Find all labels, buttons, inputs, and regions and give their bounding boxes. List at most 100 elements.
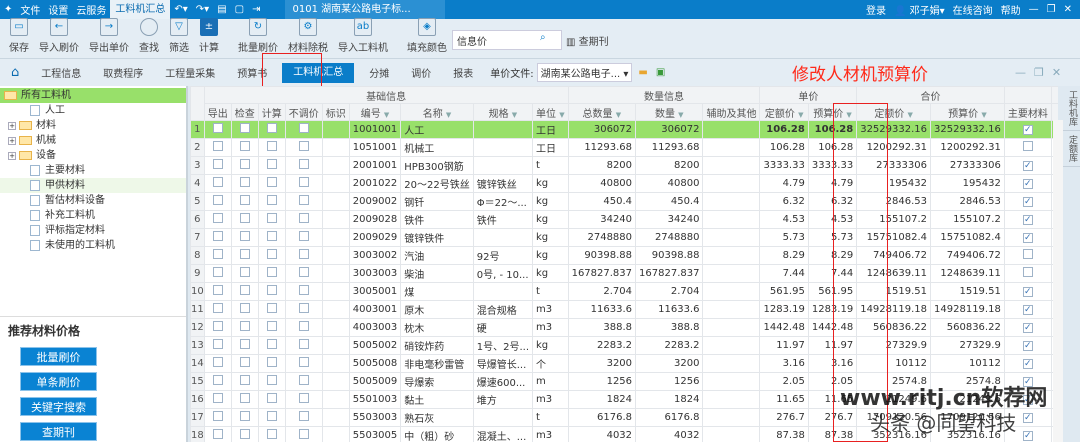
cell[interactable]: HPB300钢筋 (400, 156, 474, 175)
column-header[interactable]: 导出 (203, 103, 232, 121)
checkbox[interactable] (298, 249, 309, 259)
checkbox-cell[interactable] (257, 156, 286, 175)
cell[interactable]: 14928119.18 (930, 300, 1005, 319)
checkbox[interactable] (212, 195, 223, 205)
cell[interactable]: 3200 (567, 354, 637, 373)
cell[interactable]: 3200 (635, 354, 704, 373)
main-material-checkbox-cell[interactable] (1003, 138, 1052, 157)
checkbox-cell[interactable] (257, 192, 286, 211)
sort-arrow-icon[interactable]: ▼ (512, 111, 517, 119)
checkbox-cell[interactable] (203, 300, 232, 319)
checkbox[interactable] (212, 141, 223, 151)
cell[interactable]: 1519.51 (930, 282, 1005, 301)
cell[interactable]: 6176.8 (567, 408, 637, 427)
tab-fee-procedure[interactable]: 取费程序 (92, 65, 154, 80)
cell[interactable]: 7.44 (759, 264, 809, 283)
column-header[interactable]: 标识 (321, 103, 350, 121)
cell[interactable]: 11.97 (759, 336, 809, 355)
find-button[interactable]: 查找 (139, 18, 159, 58)
checkbox-cell[interactable] (284, 210, 323, 229)
checkbox-cell[interactable] (230, 246, 259, 265)
menu-file[interactable]: 文件 (16, 2, 44, 17)
side-tab-quota-lib[interactable]: 定额库 (1063, 131, 1080, 167)
checkbox[interactable] (266, 249, 277, 259)
main-material-checkbox-cell[interactable]: ✓ (1003, 336, 1052, 355)
tree-node[interactable]: 人工 (0, 103, 186, 118)
cell[interactable] (702, 354, 761, 373)
close-icon[interactable]: ✕ (1052, 66, 1061, 79)
cell[interactable]: 306072 (567, 120, 637, 139)
cell[interactable]: 90398.88 (635, 246, 704, 265)
main-material-checkbox-cell[interactable]: ✓ (1003, 300, 1052, 319)
cell[interactable]: 27333306 (930, 156, 1005, 175)
column-header[interactable]: 规格 ▼ (472, 103, 534, 121)
cell[interactable]: 167827.837 (567, 264, 637, 283)
mark-cell[interactable] (321, 390, 350, 409)
checkbox[interactable] (298, 321, 309, 331)
vertical-scrollbar[interactable] (1053, 120, 1063, 442)
tree-node[interactable]: 主要材料 (0, 163, 186, 178)
cell[interactable]: 5501003 (348, 390, 402, 409)
table-row[interactable]: 1 1001001 人工 工日 306072 306072 106.28 106.28 3252… (190, 120, 1058, 139)
cell[interactable]: 11293.68 (567, 138, 637, 157)
cell[interactable]: 1001001 (348, 120, 402, 139)
cell[interactable]: 8200 (635, 156, 704, 175)
cell[interactable] (702, 426, 761, 442)
expand-icon[interactable]: + (8, 136, 16, 145)
cell[interactable] (702, 372, 761, 391)
cell[interactable]: 388.8 (567, 318, 637, 337)
column-header[interactable]: 数量 ▼ (635, 103, 704, 121)
cell[interactable]: 2283.2 (635, 336, 704, 355)
table-row[interactable]: 12 4003003 枕木硬 m3 388.8 388.8 1442.48 1442.48 56… (190, 318, 1058, 337)
sort-arrow-icon[interactable]: ▼ (678, 111, 683, 119)
import-material-button[interactable]: ab 导入工料机 (338, 18, 388, 58)
checkbox-cell[interactable] (203, 156, 232, 175)
cell[interactable]: 2.704 (567, 282, 637, 301)
checkbox-cell[interactable] (284, 156, 323, 175)
checkbox-cell[interactable] (284, 120, 323, 139)
expand-icon[interactable]: + (8, 151, 16, 160)
checkbox[interactable] (239, 285, 250, 295)
cell[interactable]: 2748880 (635, 228, 704, 247)
cell[interactable]: 3003002 (348, 246, 402, 265)
checkbox-cell[interactable] (284, 300, 323, 319)
cell[interactable]: 人工 (400, 120, 474, 139)
checkbox-cell[interactable] (284, 390, 323, 409)
checkbox-cell[interactable] (284, 264, 323, 283)
checkbox[interactable] (298, 159, 309, 169)
checkbox-cell[interactable] (257, 426, 286, 442)
cell[interactable] (472, 282, 534, 301)
table-row[interactable]: 9 3003003 柴油 0号, - 10... kg 167827.837 167827.… (190, 264, 1058, 283)
cell[interactable]: 32529332.16 (930, 120, 1005, 139)
cell[interactable] (702, 318, 761, 337)
cell[interactable]: 硝铵炸药 (400, 336, 474, 355)
cell[interactable] (702, 300, 761, 319)
cell[interactable]: kg (532, 264, 569, 283)
mark-cell[interactable] (321, 156, 350, 175)
cell[interactable]: 中（粗）砂 (400, 426, 474, 442)
help-menu[interactable]: 帮助 (1001, 2, 1021, 17)
checkbox-cell[interactable] (284, 174, 323, 193)
checkbox-cell[interactable] (230, 228, 259, 247)
cell[interactable]: 1824 (635, 390, 704, 409)
checkbox[interactable]: ✓ (1022, 413, 1033, 423)
cell[interactable] (702, 120, 761, 139)
cell[interactable] (702, 138, 761, 157)
mark-cell[interactable] (321, 264, 350, 283)
journal-button[interactable]: ▥ 查期刊 (566, 33, 609, 48)
cell[interactable]: 1824 (567, 390, 637, 409)
cell[interactable]: 4.79 (759, 174, 809, 193)
main-material-checkbox-cell[interactable] (1003, 264, 1052, 283)
checkbox[interactable] (298, 375, 309, 385)
cell[interactable]: 8.29 (759, 246, 809, 265)
cell[interactable]: 混凝土、... (472, 426, 534, 442)
side-tab-material-lib[interactable]: 工料机库 (1063, 86, 1080, 131)
checkbox[interactable] (239, 249, 250, 259)
single-price-button[interactable]: 单条刷价 (20, 372, 97, 391)
tree-node[interactable]: + 机械 (0, 133, 186, 148)
checkbox[interactable] (266, 411, 277, 421)
main-material-checkbox-cell[interactable]: ✓ (1003, 210, 1052, 229)
maximize-icon[interactable]: ❐ (1047, 4, 1056, 15)
checkbox[interactable] (298, 357, 309, 367)
main-material-checkbox-cell[interactable]: ✓ (1003, 318, 1052, 337)
